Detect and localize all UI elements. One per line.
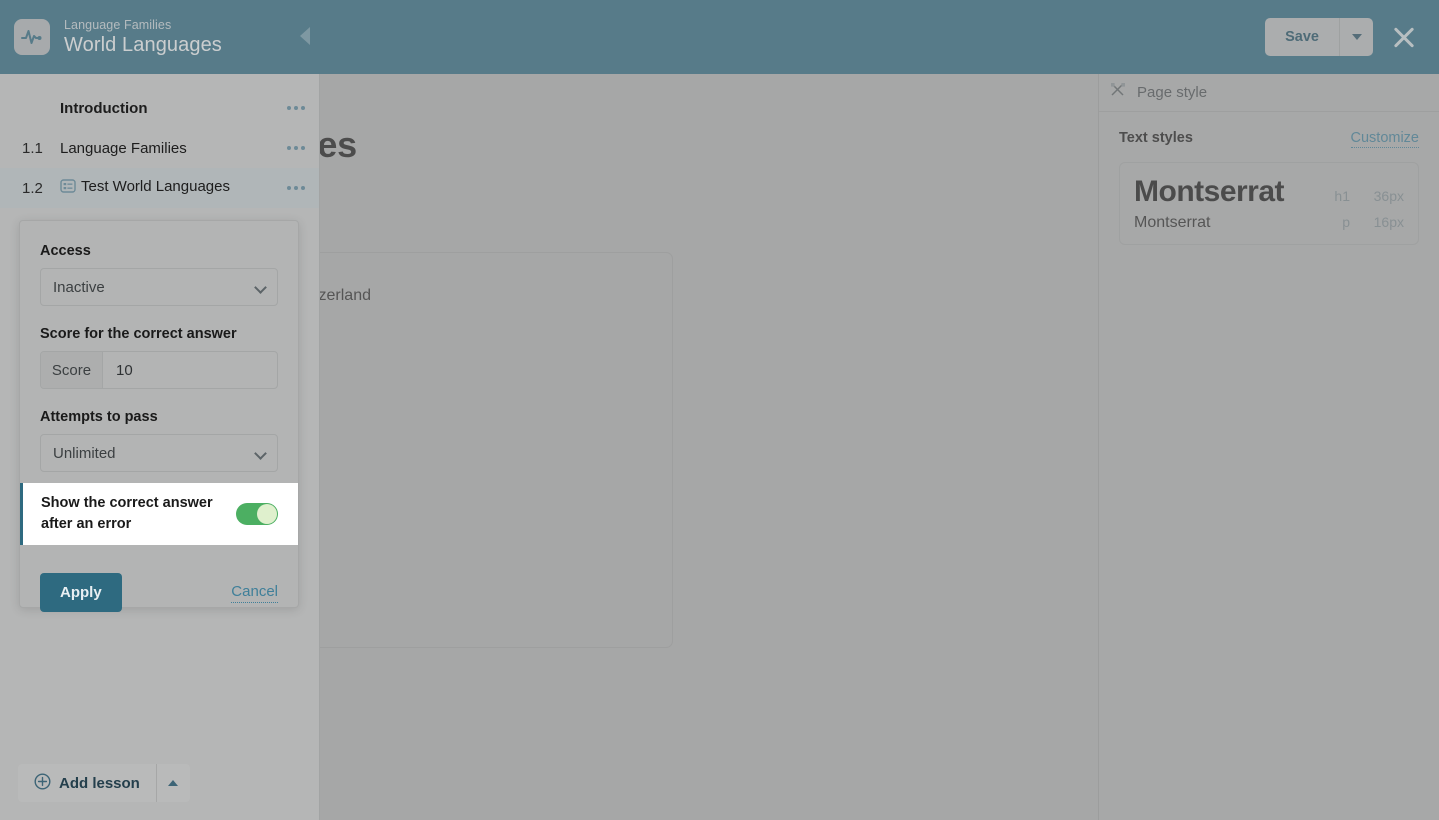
sidebar-item-number: 1.2 bbox=[22, 179, 43, 197]
sidebar-item-label: Test World Languages bbox=[81, 178, 230, 195]
access-select-value: Inactive bbox=[53, 278, 105, 296]
access-select[interactable]: Inactive bbox=[40, 268, 278, 306]
lesson-list: Introduction 1.1 Language Families 1.2 T… bbox=[0, 74, 319, 208]
save-button[interactable]: Save bbox=[1265, 18, 1339, 56]
attempts-select[interactable]: Unlimited bbox=[40, 434, 278, 472]
text-styles-row: Text styles Customize bbox=[1119, 130, 1419, 148]
style-row-h1: Montserrat h1 36px bbox=[1134, 175, 1404, 209]
page-style-icon bbox=[1109, 81, 1127, 104]
access-label: Access bbox=[40, 243, 91, 259]
sidebar-item-introduction[interactable]: Introduction bbox=[0, 88, 319, 128]
page-style-body: Text styles Customize Montserrat h1 36px… bbox=[1099, 112, 1439, 245]
page-style-panel-header: Page style bbox=[1099, 74, 1439, 112]
breadcrumb[interactable]: Language Families bbox=[64, 18, 222, 32]
toggle-knob bbox=[257, 504, 277, 525]
top-bar: Language Families World Languages Save bbox=[0, 0, 1439, 74]
app-root: World Languages Select all the languages… bbox=[0, 0, 1439, 820]
style-meta-h1: h1 36px bbox=[1334, 188, 1404, 204]
save-button-group: Save bbox=[1265, 18, 1373, 56]
customize-link[interactable]: Customize bbox=[1350, 130, 1419, 148]
chevron-up-icon bbox=[168, 780, 179, 786]
collapse-left-icon[interactable] bbox=[300, 27, 310, 45]
page-style-title: Page style bbox=[1137, 84, 1208, 101]
attempts-select-value: Unlimited bbox=[53, 444, 116, 462]
add-lesson-group: Add lesson bbox=[18, 764, 190, 802]
text-styles-label: Text styles bbox=[1119, 130, 1193, 146]
show-correct-answer-row[interactable]: Show the correct answer after an error bbox=[20, 483, 298, 546]
chevron-down-icon bbox=[1351, 34, 1362, 40]
style-tag-p: p bbox=[1342, 214, 1350, 230]
style-size-p: 16px bbox=[1373, 214, 1404, 230]
chevron-down-icon bbox=[254, 281, 267, 294]
show-correct-answer-toggle[interactable] bbox=[236, 503, 278, 526]
popover-actions: Apply Cancel bbox=[40, 573, 278, 613]
score-input[interactable]: 10 bbox=[103, 352, 277, 388]
sidebar-item-label: Language Families bbox=[60, 139, 187, 157]
sidebar-item-test-world-languages[interactable]: 1.2 Test World Languages bbox=[0, 168, 319, 208]
style-row-p: Montserrat p 16px bbox=[1134, 209, 1404, 232]
close-icon[interactable] bbox=[1387, 20, 1421, 54]
page-style-panel: Page style Text styles Customize Montser… bbox=[1098, 74, 1439, 820]
quiz-icon bbox=[60, 178, 76, 198]
chevron-down-icon bbox=[254, 447, 267, 460]
score-field[interactable]: Score 10 bbox=[40, 351, 278, 389]
brand-block: Language Families World Languages bbox=[0, 0, 320, 74]
brand-text: Language Families World Languages bbox=[64, 18, 222, 56]
apply-button[interactable]: Apply bbox=[40, 573, 122, 613]
text-style-preview-card[interactable]: Montserrat h1 36px Montserrat p 16px bbox=[1119, 162, 1419, 245]
sidebar-item-number: 1.1 bbox=[22, 139, 43, 157]
style-size-h1: 36px bbox=[1373, 188, 1404, 204]
add-lesson-button[interactable]: Add lesson bbox=[18, 764, 156, 802]
test-settings-popover: Access Inactive Score for the correct an… bbox=[19, 220, 299, 613]
more-options-icon[interactable] bbox=[287, 146, 305, 150]
top-bar-actions: Save bbox=[1265, 18, 1439, 56]
style-sample-h1: Montserrat bbox=[1134, 175, 1285, 208]
score-label: Score for the correct answer bbox=[40, 326, 237, 342]
sidebar-item-label-wrap: Test World Languages bbox=[60, 178, 279, 198]
style-meta-p: p 16px bbox=[1342, 214, 1404, 230]
add-lesson-dropdown-button[interactable] bbox=[155, 764, 190, 802]
score-field-prefix: Score bbox=[41, 352, 103, 388]
sidebar-item-language-families[interactable]: 1.1 Language Families bbox=[0, 128, 319, 168]
add-lesson-label: Add lesson bbox=[59, 774, 140, 792]
course-title: World Languages bbox=[64, 33, 222, 56]
plus-circle-icon bbox=[34, 772, 51, 794]
sidebar-item-label: Introduction bbox=[60, 99, 148, 117]
save-dropdown-button[interactable] bbox=[1339, 18, 1373, 56]
attempts-label: Attempts to pass bbox=[40, 409, 158, 425]
cancel-link[interactable]: Cancel bbox=[231, 583, 278, 603]
pulse-logo-icon[interactable] bbox=[14, 19, 50, 55]
style-tag-h1: h1 bbox=[1334, 188, 1350, 204]
style-sample-p: Montserrat bbox=[1134, 214, 1211, 231]
show-correct-answer-label: Show the correct answer after an error bbox=[41, 495, 213, 533]
more-options-icon[interactable] bbox=[287, 106, 305, 110]
more-options-icon[interactable] bbox=[287, 186, 305, 190]
